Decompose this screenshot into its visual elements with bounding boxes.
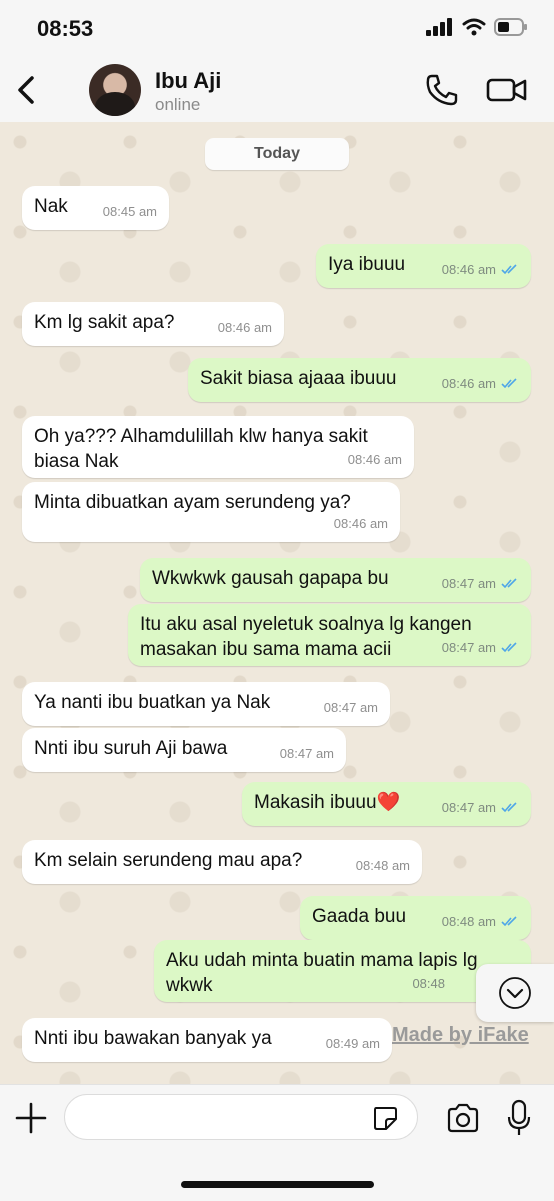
read-ticks-icon bbox=[501, 578, 517, 589]
message-meta: 08:49 am bbox=[326, 1031, 380, 1056]
message-meta: 08:47 am bbox=[280, 741, 334, 766]
avatar[interactable] bbox=[89, 64, 141, 116]
phone-icon[interactable] bbox=[424, 72, 460, 108]
contact-status: online bbox=[155, 95, 201, 114]
message-meta: 08:45 am bbox=[103, 199, 157, 224]
message-meta: 08:47 am bbox=[442, 635, 519, 660]
message-time: 08:47 am bbox=[441, 640, 496, 655]
message-meta: 08:46 am bbox=[442, 257, 519, 282]
message-bubble[interactable]: Nak 08:45 am bbox=[22, 186, 169, 230]
message-bubble[interactable]: Iya ibuuu 08:46 am bbox=[316, 244, 531, 288]
scroll-down-button[interactable] bbox=[476, 964, 554, 1022]
message-meta: 08:46 am bbox=[442, 371, 519, 396]
message-meta: 08:46 am bbox=[348, 447, 402, 472]
message-bubble[interactable]: Km lg sakit apa? 08:46 am bbox=[22, 302, 284, 346]
message-time: 08:48 am bbox=[355, 858, 410, 873]
camera-icon[interactable] bbox=[446, 1103, 480, 1133]
contact-name[interactable]: Ibu Aji bbox=[155, 68, 221, 94]
plus-icon[interactable] bbox=[14, 1101, 48, 1135]
message-time: 08:46 am bbox=[441, 376, 496, 391]
read-ticks-icon bbox=[501, 916, 517, 927]
home-indicator bbox=[181, 1181, 374, 1188]
chevron-down-icon bbox=[499, 977, 531, 1009]
message-text: Oh ya??? Alhamdulillah klw hanya sakit b… bbox=[34, 426, 368, 472]
message-bubble[interactable]: Nnti ibu suruh Aji bawa 08:47 am bbox=[22, 728, 346, 772]
chevron-left-icon[interactable] bbox=[12, 72, 42, 108]
sticker-icon[interactable] bbox=[372, 1105, 398, 1131]
message-meta: 08:48 am bbox=[356, 853, 410, 878]
message-bubble[interactable]: Oh ya??? Alhamdulillah klw hanya sakit b… bbox=[22, 416, 414, 478]
input-bar bbox=[0, 1084, 554, 1201]
message-time: 08:46 am bbox=[347, 452, 402, 467]
message-bubble[interactable]: Wkwkwk gausah gapapa bu 08:47 am bbox=[140, 558, 531, 602]
message-bubble[interactable]: Km selain serundeng mau apa? 08:48 am bbox=[22, 840, 422, 884]
status-icons bbox=[426, 18, 528, 36]
message-time: 08:45 am bbox=[102, 204, 157, 219]
status-time: 08:53 bbox=[37, 16, 94, 41]
microphone-icon[interactable] bbox=[506, 1099, 532, 1137]
message-text: Aku udah minta buatin mama lapis lg wkwk bbox=[166, 950, 478, 996]
message-time: 08:47 am bbox=[441, 800, 496, 815]
message-time: 08:46 am bbox=[333, 516, 388, 531]
message-time: 08:47 am bbox=[441, 576, 496, 591]
chat-area[interactable]: Today Nak 08:45 am Iya ibuuu 08:46 am Km… bbox=[0, 122, 554, 1084]
signal-icon bbox=[426, 18, 452, 36]
message-meta: 08:48 am bbox=[442, 909, 519, 934]
message-time: 08:46 am bbox=[217, 320, 272, 335]
message-bubble[interactable]: Makasih ibuuu❤️ 08:47 am bbox=[242, 782, 531, 826]
read-ticks-icon bbox=[501, 378, 517, 389]
wifi-icon bbox=[462, 18, 486, 36]
message-meta: 08:46 am bbox=[218, 315, 272, 340]
message-input[interactable] bbox=[64, 1094, 418, 1140]
video-camera-icon[interactable] bbox=[486, 74, 528, 106]
date-label: Today bbox=[205, 138, 349, 170]
message-text: Km selain serundeng mau apa? bbox=[34, 850, 303, 871]
message-bubble[interactable]: Nnti ibu bawakan banyak ya 08:49 am bbox=[22, 1018, 392, 1062]
message-meta: 08:47 am bbox=[324, 695, 378, 720]
message-time: 08:49 am bbox=[325, 1036, 380, 1051]
message-meta: 08:47 am bbox=[442, 795, 519, 820]
message-meta: 08:47 am bbox=[442, 571, 519, 596]
message-time: 08:48 bbox=[412, 976, 445, 991]
message-meta: 08:48 bbox=[412, 971, 445, 996]
read-ticks-icon bbox=[501, 642, 517, 653]
read-ticks-icon bbox=[501, 264, 517, 275]
message-bubble[interactable]: Itu aku asal nyeletuk soalnya lg kangen … bbox=[128, 604, 531, 666]
message-bubble[interactable]: Sakit biasa ajaaa ibuuu 08:46 am bbox=[188, 358, 531, 402]
message-bubble[interactable]: Minta dibuatkan ayam serundeng ya? 08:46… bbox=[22, 482, 400, 542]
status-bar: 08:53 bbox=[0, 0, 554, 60]
message-bubble[interactable]: Ya nanti ibu buatkan ya Nak 08:47 am bbox=[22, 682, 390, 726]
message-time: 08:47 am bbox=[323, 700, 378, 715]
message-bubble[interactable]: Aku udah minta buatin mama lapis lg wkwk… bbox=[154, 940, 531, 1002]
message-meta: 08:46 am bbox=[334, 511, 388, 536]
chat-header: Ibu Aji online bbox=[0, 60, 554, 123]
message-bubble[interactable]: Gaada buu 08:48 am bbox=[300, 896, 531, 940]
read-ticks-icon bbox=[501, 802, 517, 813]
message-time: 08:47 am bbox=[279, 746, 334, 761]
watermark: Made by iFake bbox=[392, 1024, 529, 1046]
message-time: 08:48 am bbox=[441, 914, 496, 929]
battery-icon bbox=[494, 18, 527, 36]
message-time: 08:46 am bbox=[441, 262, 496, 277]
